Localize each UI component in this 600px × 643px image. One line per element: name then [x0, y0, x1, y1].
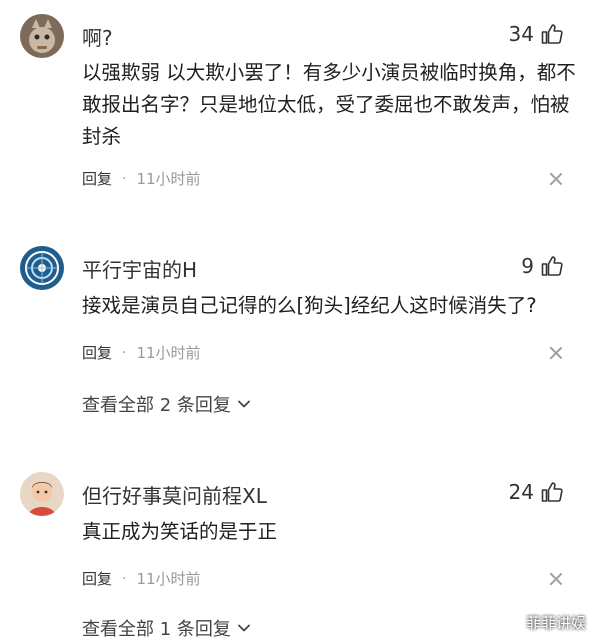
timestamp: 11小时前 — [136, 344, 201, 362]
avatar[interactable] — [20, 246, 64, 290]
meta-separator: · — [122, 344, 127, 361]
username[interactable]: 但行好事莫问前程XL — [82, 480, 267, 509]
comment-meta: 回复 · 11小时前 — [82, 342, 201, 363]
watermark: 菲菲讲娱 — [502, 612, 586, 633]
view-all-label: 查看全部 1 条回复 — [82, 619, 231, 640]
avatar[interactable] — [20, 14, 64, 58]
view-all-replies[interactable]: 查看全部 2 条回复 — [82, 391, 251, 417]
comment-meta: 回复 · 11小时前 — [82, 168, 201, 189]
avatar[interactable] — [20, 472, 64, 516]
watermark-text: 菲菲讲娱 — [525, 614, 586, 632]
meta-separator: · — [122, 170, 127, 187]
view-all-label: 查看全部 2 条回复 — [82, 395, 231, 416]
timestamp: 11小时前 — [136, 170, 201, 188]
comment-text: 真正成为笑话的是于正 — [82, 520, 278, 543]
chevron-down-icon — [238, 624, 250, 632]
chevron-down-icon — [238, 400, 250, 408]
watermark-logo-icon — [502, 613, 520, 632]
timestamp: 11小时前 — [136, 570, 201, 588]
like-count: 34 — [508, 22, 534, 46]
like-button[interactable]: 34 — [509, 22, 564, 46]
thumbs-up-icon — [541, 256, 563, 276]
like-button[interactable]: 9 — [521, 254, 564, 278]
reply-button[interactable]: 回复 — [82, 168, 112, 189]
thumbs-up-icon — [541, 482, 563, 502]
meta-separator: · — [122, 570, 127, 587]
like-count: 9 — [521, 254, 534, 278]
close-icon[interactable] — [550, 347, 562, 359]
reply-button[interactable]: 回复 — [82, 342, 112, 363]
view-all-replies[interactable]: 查看全部 1 条回复 — [82, 615, 251, 641]
like-button[interactable]: 24 — [509, 480, 564, 504]
username[interactable]: 啊? — [82, 22, 113, 51]
close-icon[interactable] — [550, 573, 562, 585]
comment-text: 以强欺弱 以大欺小罢了！有多少小演员被临时换角，都不敢报出名字？只是地位太低，受… — [82, 61, 576, 148]
reply-button[interactable]: 回复 — [82, 568, 112, 589]
username[interactable]: 平行宇宙的H — [82, 254, 197, 283]
thumbs-up-icon — [541, 24, 563, 44]
comment-text: 接戏是演员自己记得的么[狗头]经纪人这时候消失了? — [82, 294, 537, 317]
like-count: 24 — [508, 480, 534, 504]
close-icon[interactable] — [550, 173, 562, 185]
comment-meta: 回复 · 11小时前 — [82, 568, 201, 589]
